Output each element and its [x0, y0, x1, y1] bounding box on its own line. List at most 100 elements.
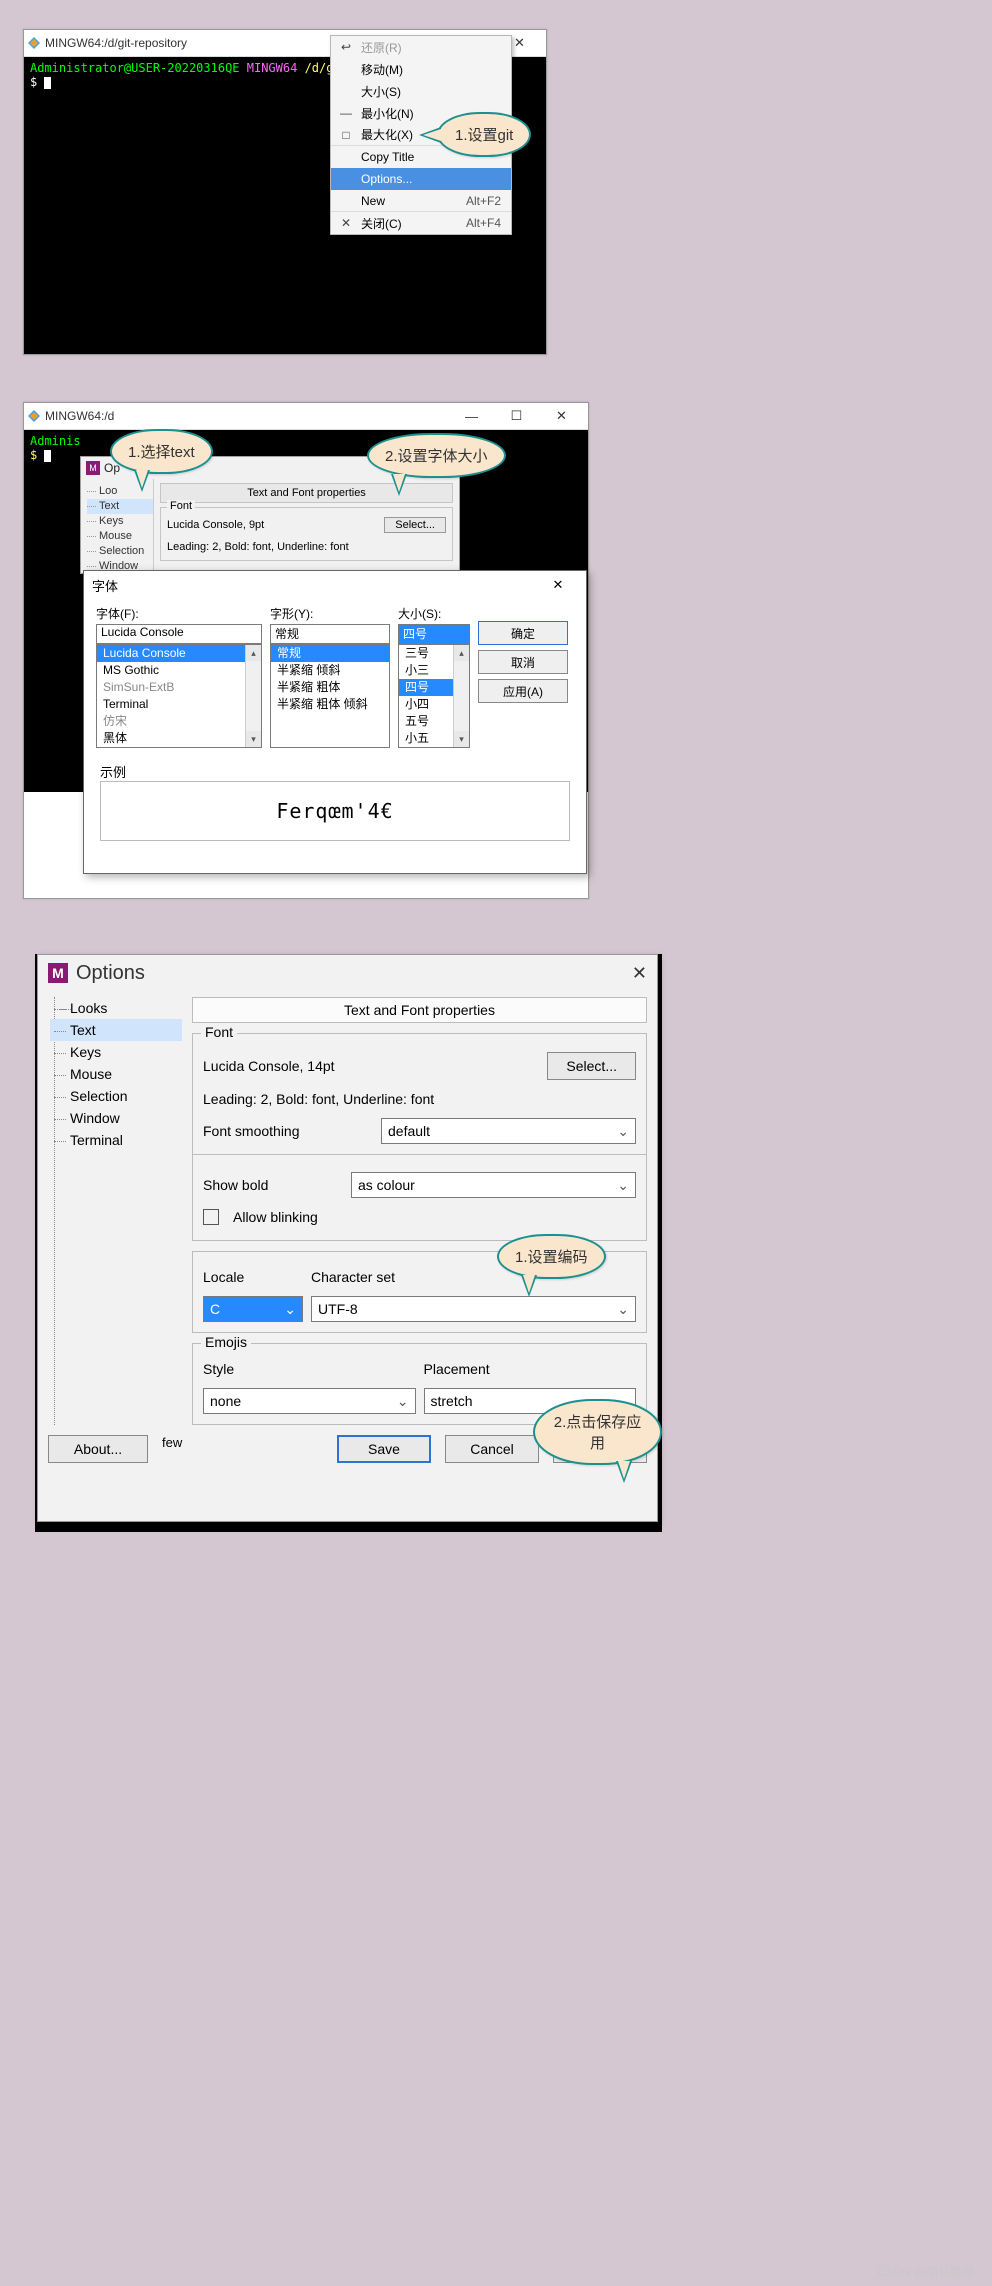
restore-icon: ↩	[339, 40, 353, 54]
ok-button[interactable]: 确定	[478, 621, 568, 645]
font-item[interactable]: MS Gothic	[97, 662, 261, 679]
font-name: Lucida Console, 14pt	[203, 1058, 539, 1074]
style-item[interactable]: 常规	[271, 645, 389, 662]
font-sub: Leading: 2, Bold: font, Underline: font	[203, 1091, 434, 1107]
menu-label: 最小化(N)	[361, 105, 414, 122]
font-item[interactable]: Lucida Console	[97, 645, 261, 662]
style-label: Style	[203, 1361, 416, 1377]
font-item[interactable]: 仿宋	[97, 713, 261, 730]
font-dialog[interactable]: 字体 ✕ 字体(F): Lucida Console Lucida Consol…	[83, 570, 587, 874]
size-column-label: 大小(S):	[398, 605, 470, 622]
options-titlebar[interactable]: M Options ✕	[38, 955, 657, 991]
emoji-style-combo[interactable]: none⌄	[203, 1388, 416, 1414]
tree-item-window[interactable]: Window	[50, 1107, 182, 1129]
font-sub-mini: Leading: 2, Bold: font, Underline: font	[167, 541, 349, 553]
menu-label: 还原(R)	[361, 39, 402, 56]
menu-move[interactable]: 移动(M)	[331, 58, 511, 80]
style-item[interactable]: 半紧缩 粗体 倾斜	[271, 696, 389, 713]
callout-font-size: 2.设置字体大小	[367, 433, 506, 478]
tree-item-terminal[interactable]: Terminal	[50, 1129, 182, 1151]
cancel-button[interactable]: Cancel	[445, 1435, 539, 1463]
close-button[interactable]: ✕	[632, 963, 647, 984]
select-button[interactable]: Select...	[547, 1052, 636, 1080]
font-item[interactable]: Terminal	[97, 696, 261, 713]
tree-item-keys[interactable]: Keys	[50, 1041, 182, 1063]
scrollbar[interactable]: ▴▾	[453, 645, 469, 747]
font-list[interactable]: Lucida Console MS Gothic SimSun-ExtB Ter…	[96, 644, 262, 748]
allow-blinking-checkbox[interactable]	[203, 1209, 219, 1225]
chevron-down-icon: ⌄	[617, 1123, 629, 1140]
term-user: Administrator@USER-20220316QE	[30, 61, 240, 75]
menu-shortcut: Alt+F2	[466, 194, 501, 208]
menu-restore[interactable]: ↩ 还原(R)	[331, 36, 511, 58]
size-input[interactable]: 四号	[398, 624, 470, 644]
font-dialog-title[interactable]: 字体 ✕	[84, 571, 586, 599]
menu-size[interactable]: 大小(S)	[331, 80, 511, 102]
scrollbar[interactable]: ▴▾	[245, 645, 261, 747]
menu-label: 移动(M)	[361, 61, 403, 78]
tree-item-looks[interactable]: Looks	[50, 997, 182, 1019]
size-list[interactable]: 三号 小三 四号 小四 五号 小五 六号 ▴▾	[398, 644, 470, 748]
about-button[interactable]: About...	[48, 1435, 148, 1463]
titlebar-2[interactable]: MINGW64:/d — ☐ ✕	[24, 403, 588, 430]
placement-label: Placement	[424, 1361, 637, 1377]
callout-text: 2.点击保存应用	[554, 1414, 642, 1452]
menu-new[interactable]: New Alt+F2	[331, 190, 511, 212]
style-input[interactable]: 常规	[270, 624, 390, 644]
combo-value: default	[388, 1123, 430, 1139]
font-smoothing-combo[interactable]: default ⌄	[381, 1118, 636, 1144]
options-tree[interactable]: Looks Text Keys Mouse Selection Window T…	[50, 997, 182, 1425]
scroll-up-icon[interactable]: ▴	[246, 645, 261, 661]
close-button[interactable]: ✕	[538, 572, 578, 598]
charset-combo[interactable]: UTF-8⌄	[311, 1296, 636, 1322]
mintty-logo-icon: M	[86, 461, 100, 475]
callout-save-apply: 2.点击保存应用	[533, 1399, 662, 1465]
tree-item-selection[interactable]: Selection	[50, 1085, 182, 1107]
term-env: MINGW64	[247, 61, 298, 75]
menu-close[interactable]: ✕关闭(C)Alt+F4	[331, 212, 511, 234]
style-list[interactable]: 常规 半紧缩 倾斜 半紧缩 粗体 半紧缩 粗体 倾斜	[270, 644, 390, 748]
watermark: CSDN @加菲猫咖	[876, 2263, 974, 2280]
apply-button[interactable]: 应用(A)	[478, 679, 568, 703]
tree-item-keys-mini[interactable]: Keys	[87, 514, 153, 529]
group-label: Font	[167, 500, 195, 512]
mintty-logo-icon: M	[48, 963, 68, 983]
close-icon: ✕	[339, 216, 353, 230]
scroll-up-icon[interactable]: ▴	[454, 645, 469, 661]
maximize-icon: □	[339, 128, 353, 142]
save-button[interactable]: Save	[337, 1435, 431, 1463]
shot-2-font-settings: MINGW64:/d — ☐ ✕ Adminis $ M Op Loo Text…	[23, 402, 589, 899]
tree-item-text[interactable]: Text	[50, 1019, 182, 1041]
options-tree-mini[interactable]: Loo Text Keys Mouse Selection Window	[81, 479, 154, 573]
scroll-down-icon[interactable]: ▾	[454, 731, 469, 747]
callout-1-set-git: 1.设置git	[437, 112, 531, 157]
maximize-button[interactable]: ☐	[494, 403, 539, 429]
font-item[interactable]: 楷体	[97, 747, 261, 748]
select-button-mini[interactable]: Select...	[384, 517, 446, 533]
callout-text: 2.设置字体大小	[385, 448, 488, 465]
menu-label: New	[361, 194, 385, 208]
cancel-button[interactable]: 取消	[478, 650, 568, 674]
style-item[interactable]: 半紧缩 倾斜	[271, 662, 389, 679]
sample-label: 示例	[100, 765, 126, 780]
tree-item-selection-mini[interactable]: Selection	[87, 544, 153, 559]
window-title-2: MINGW64:/d	[45, 409, 114, 423]
mingw-logo-icon	[28, 37, 40, 49]
size-item[interactable]: 六号	[399, 747, 469, 748]
locale-combo[interactable]: C⌄	[203, 1296, 303, 1322]
style-item[interactable]: 半紧缩 粗体	[271, 679, 389, 696]
menu-options[interactable]: Options...	[331, 168, 511, 190]
tree-item-mouse-mini[interactable]: Mouse	[87, 529, 153, 544]
font-item[interactable]: SimSun-ExtB	[97, 679, 261, 696]
show-bold-combo[interactable]: as colour⌄	[351, 1172, 636, 1198]
menu-label: 大小(S)	[361, 83, 401, 100]
close-button[interactable]: ✕	[539, 403, 584, 429]
combo-value: C	[210, 1301, 220, 1317]
font-input[interactable]: Lucida Console	[96, 624, 262, 644]
tree-item-text-mini[interactable]: Text	[87, 499, 153, 514]
scroll-down-icon[interactable]: ▾	[246, 731, 261, 747]
callout-text: 1.设置编码	[515, 1249, 588, 1266]
tree-item-mouse[interactable]: Mouse	[50, 1063, 182, 1085]
font-item[interactable]: 黑体	[97, 730, 261, 747]
minimize-button[interactable]: —	[449, 403, 494, 429]
